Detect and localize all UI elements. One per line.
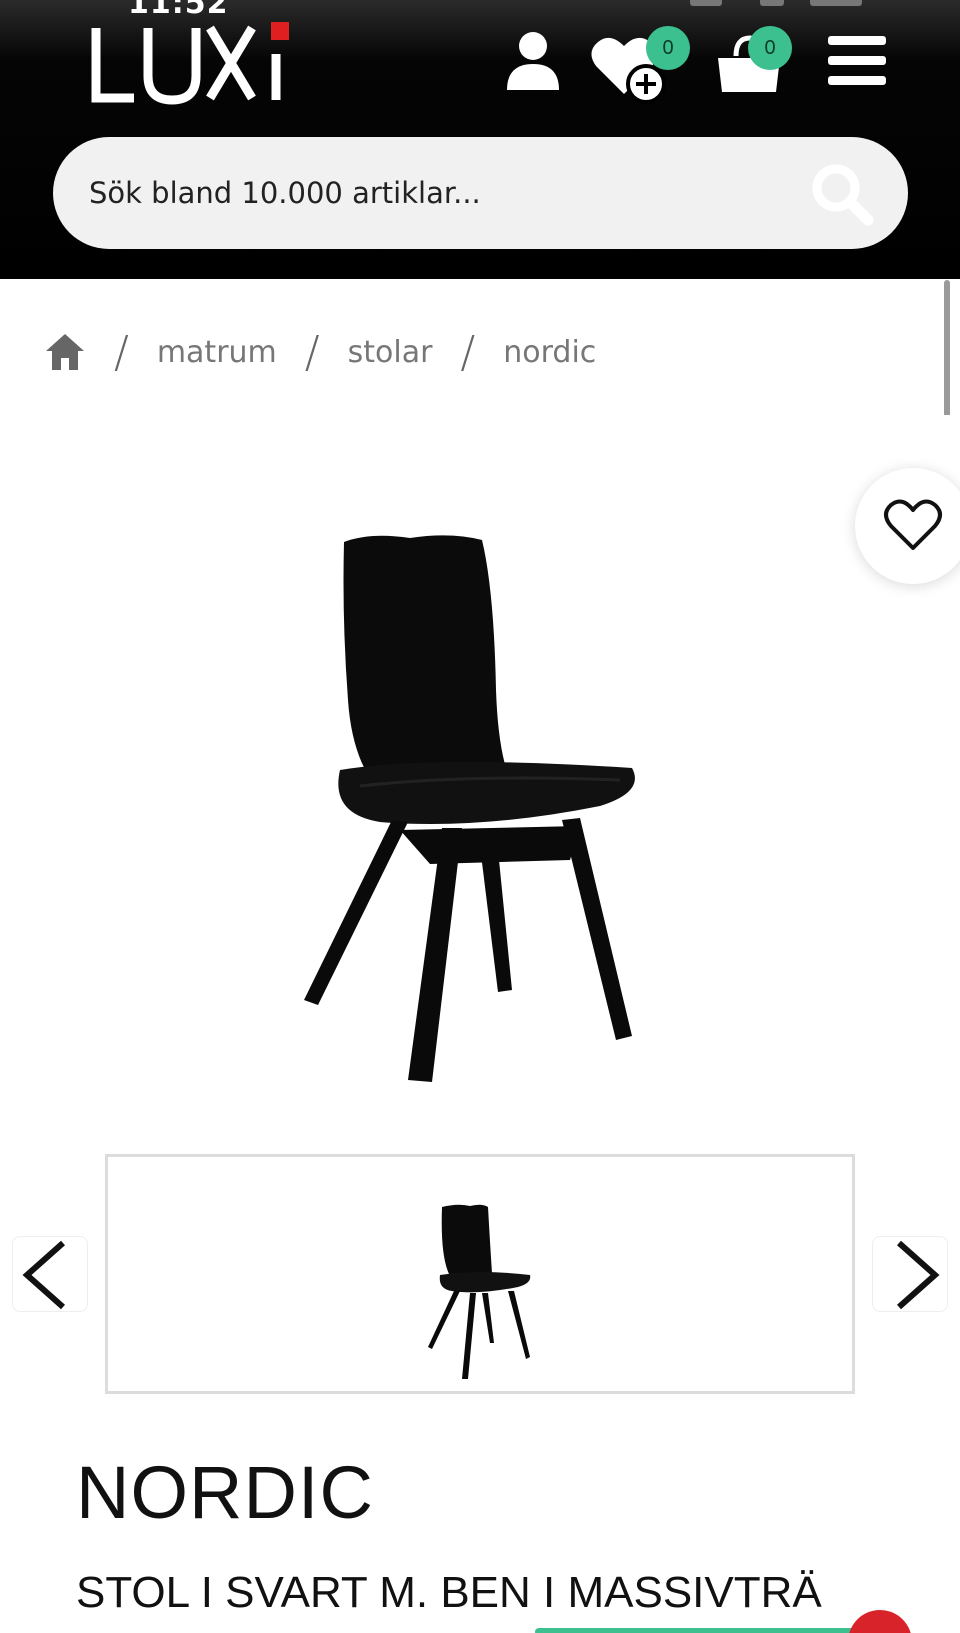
account-button[interactable] bbox=[505, 30, 565, 94]
site-header: 11:52 0 0 bbox=[0, 0, 960, 279]
search-icon[interactable] bbox=[810, 162, 874, 226]
product-title: NORDIC bbox=[76, 1451, 374, 1534]
menu-button[interactable] bbox=[828, 36, 886, 86]
breadcrumb-link-nordic[interactable]: nordic bbox=[503, 335, 596, 370]
cart-count-badge: 0 bbox=[748, 26, 792, 70]
previous-image-button[interactable] bbox=[12, 1236, 88, 1312]
breadcrumb-separator: / bbox=[114, 326, 129, 378]
thumbnail-strip bbox=[105, 1154, 855, 1394]
status-icons bbox=[690, 0, 870, 6]
breadcrumb: / matrum / stolar / nordic bbox=[44, 322, 596, 382]
chevron-right-icon bbox=[897, 1240, 940, 1310]
search-input[interactable] bbox=[89, 137, 809, 249]
home-icon[interactable] bbox=[44, 332, 86, 372]
thumbnail-chair-image[interactable] bbox=[428, 1203, 538, 1383]
user-icon bbox=[507, 32, 559, 90]
wishlist-count-badge: 0 bbox=[646, 26, 690, 70]
breadcrumb-link-matrum[interactable]: matrum bbox=[157, 335, 277, 370]
product-subtitle: STOL I SVART M. BEN I MASSIVTRÄ bbox=[76, 1568, 822, 1617]
heart-outline-icon bbox=[884, 499, 942, 550]
luxi-logo[interactable] bbox=[90, 18, 310, 108]
wishlist-button[interactable]: 0 bbox=[590, 26, 700, 104]
chevron-left-icon bbox=[22, 1240, 65, 1310]
product-image-area[interactable] bbox=[0, 415, 960, 1135]
next-image-button[interactable] bbox=[872, 1236, 948, 1312]
search-bar bbox=[53, 137, 908, 249]
floating-bar[interactable] bbox=[535, 1628, 875, 1633]
breadcrumb-separator: / bbox=[460, 326, 476, 378]
breadcrumb-link-stolar[interactable]: stolar bbox=[348, 335, 433, 370]
add-to-wishlist-button[interactable] bbox=[855, 468, 960, 584]
notification-badge[interactable] bbox=[848, 1610, 912, 1633]
cart-button[interactable]: 0 bbox=[714, 26, 824, 98]
breadcrumb-separator: / bbox=[304, 326, 320, 378]
product-image-chair bbox=[304, 535, 635, 1082]
hamburger-menu-icon bbox=[828, 36, 886, 85]
